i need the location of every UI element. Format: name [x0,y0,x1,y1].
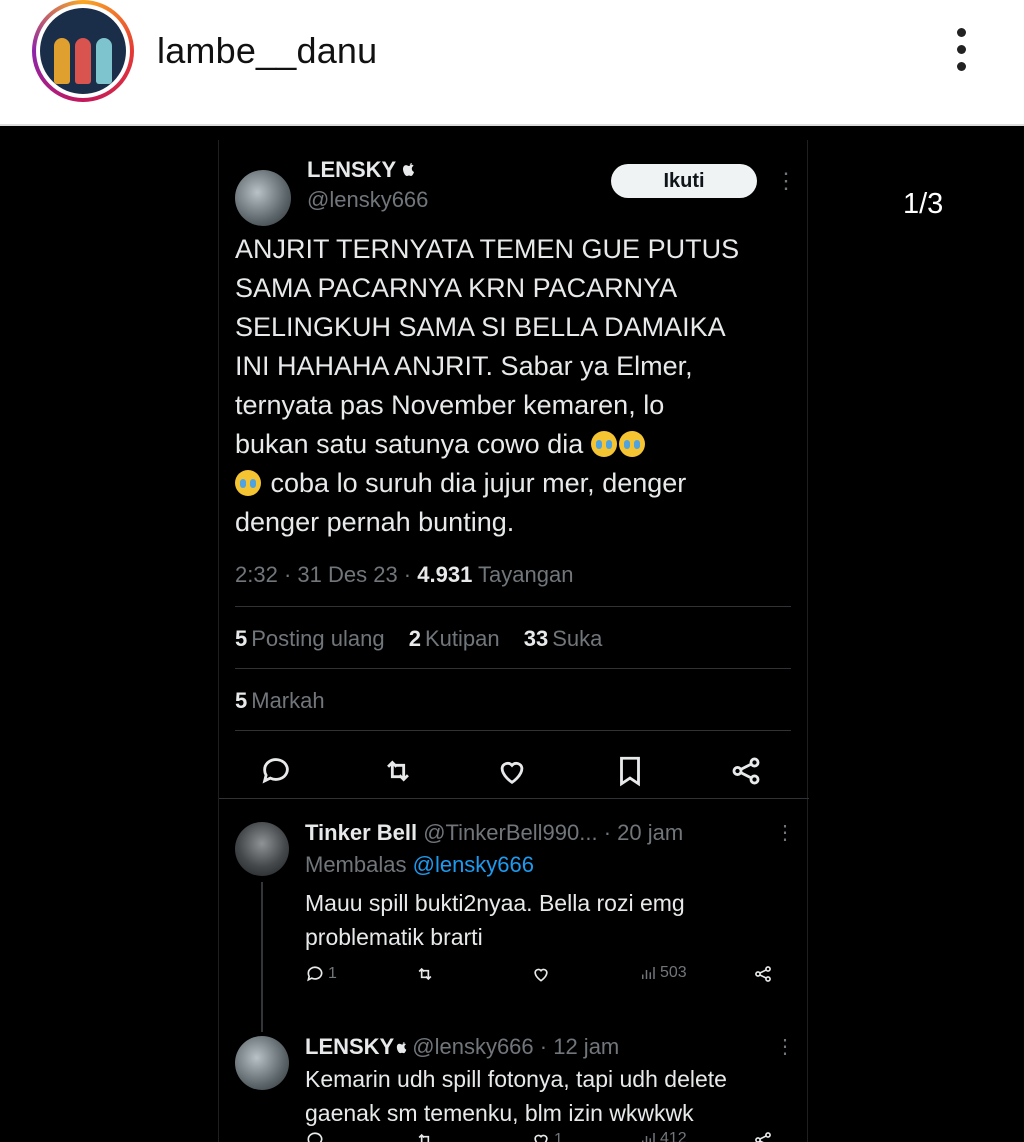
reply-item[interactable]: Tinker Bell @TinkerBell990... · 20 jam ⋮… [219,806,809,1032]
like-icon[interactable] [495,754,529,788]
reply-icon[interactable]: 1 [305,964,337,984]
divider [235,668,791,669]
tweet-meta: 2:32 · 31 Des 23 · 4.931 Tayangan [235,562,574,587]
share-icon[interactable] [729,754,763,788]
tweet-action-bar [219,748,809,796]
username[interactable]: lambe__danu [157,30,377,72]
likes-stat[interactable]: 33 Suka [524,626,603,651]
divider [235,730,791,731]
share-icon[interactable] [753,1130,773,1142]
apple-icon [397,1042,407,1054]
repost-icon[interactable] [415,1130,435,1142]
crying-emoji-icon [618,431,645,457]
reposts-stat[interactable]: 5 Posting ulang [235,626,385,651]
share-icon[interactable] [753,964,773,984]
reply-text: Mauu spill bukti2nyaa. Bella rozi emg pr… [305,890,685,950]
tweet-author-name[interactable]: LENSKY [307,157,416,183]
tweet-card: LENSKY @lensky666 Ikuti ⋮ ANJRIT TERNYAT… [218,140,809,1142]
replying-to: Membalas @lensky666 [305,852,535,877]
reply-menu-icon[interactable]: ⋮ [775,1034,795,1059]
like-icon[interactable]: 1 [531,1130,563,1142]
reply-action-bar: 1 503 [305,964,785,994]
reply-menu-icon[interactable]: ⋮ [775,820,795,845]
reply-header: Tinker Bell @TinkerBell990... · 20 jam [305,820,684,845]
views-icon[interactable]: 503 [639,964,687,982]
profile-avatar[interactable] [32,0,134,102]
views-icon[interactable]: 412 [639,1130,687,1142]
reply-author-avatar[interactable] [235,822,289,876]
tweet-menu-icon[interactable]: ⋮ [775,168,797,194]
follow-button[interactable]: Ikuti [611,164,757,198]
tweet-author-avatar[interactable] [235,170,291,226]
apple-icon [402,163,414,176]
reply-icon[interactable] [259,754,293,788]
crying-emoji-icon [590,431,617,457]
reply-action-bar: 1 412 [305,1130,785,1142]
bookmarks-stat: 5 Markah [235,688,325,713]
tweet-stats: 5 Posting ulang 2 Kutipan 33 Suka [235,626,620,652]
tweet-author-handle[interactable]: @lensky666 [307,187,428,213]
reply-icon[interactable] [305,1130,328,1142]
carousel-counter: 1/3 [903,188,944,220]
reply-author-avatar[interactable] [235,1036,289,1090]
divider [219,798,809,799]
repost-icon[interactable] [415,964,435,984]
repost-icon[interactable] [381,754,415,788]
instagram-header: lambe__danu [0,0,1024,126]
reply-text: Kemarin udh spill fotonya, tapi udh dele… [305,1066,727,1126]
divider [235,606,791,607]
like-icon[interactable] [531,964,554,984]
quotes-stat[interactable]: 2 Kutipan [409,626,500,651]
crying-emoji-icon [235,470,261,496]
reply-header: LENSKY @lensky666 · 12 jam [305,1034,620,1059]
reply-item[interactable]: LENSKY @lensky666 · 12 jam ⋮ Kemarin udh … [219,1006,809,1142]
more-vertical-icon[interactable] [946,28,976,76]
post-image: 1/3 LENSKY @lensky666 Ikuti ⋮ ANJRIT TER… [0,128,1024,1142]
bookmark-icon[interactable] [613,754,647,788]
tweet-text: ANJRIT TERNYATA TEMEN GUE PUTUS SAMA PAC… [235,234,740,537]
